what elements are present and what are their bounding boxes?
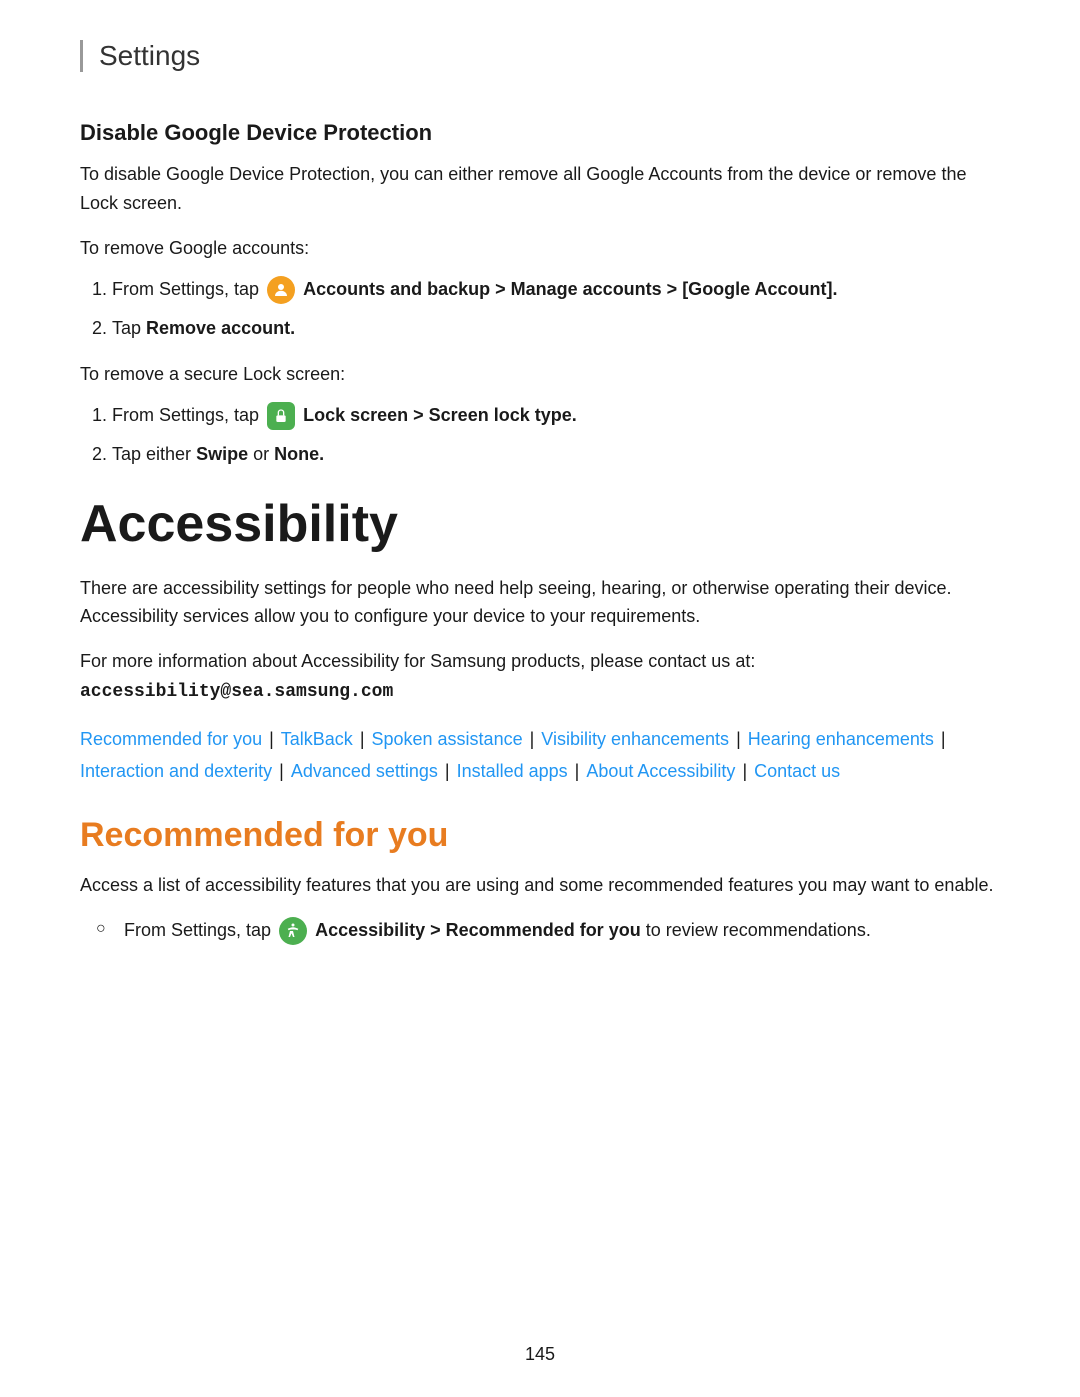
lock-step2-bold2: None. bbox=[274, 444, 324, 464]
link-hearing-enhancements[interactable]: Hearing enhancements bbox=[748, 729, 934, 749]
accessibility-icon bbox=[279, 917, 307, 945]
link-visibility-enhancements[interactable]: Visibility enhancements bbox=[541, 729, 729, 749]
link-spoken-assistance[interactable]: Spoken assistance bbox=[372, 729, 523, 749]
lock-step2: Tap either Swipe or None. bbox=[112, 439, 1000, 470]
recommended-bullet1: From Settings, tap Accessibility > Recom… bbox=[96, 915, 1000, 946]
lock-step2-text: Tap either Swipe or None. bbox=[112, 444, 324, 464]
accounts-icon bbox=[267, 276, 295, 304]
link-interaction-dexterity[interactable]: Interaction and dexterity bbox=[80, 761, 272, 781]
remove-lock-label: To remove a secure Lock screen: bbox=[80, 360, 1000, 389]
recommended-intro: Access a list of accessibility features … bbox=[80, 871, 1000, 900]
page-number: 145 bbox=[0, 1344, 1080, 1365]
accessibility-email: accessibility@sea.samsung.com bbox=[80, 682, 393, 702]
step1-bold: Accounts and backup > Manage accounts > … bbox=[303, 279, 837, 299]
step1-prefix: From Settings, tap bbox=[112, 279, 259, 299]
page: Settings Disable Google Device Protectio… bbox=[0, 0, 1080, 1397]
accessibility-intro2-prefix: For more information about Accessibility… bbox=[80, 651, 755, 671]
accessibility-intro1: There are accessibility settings for peo… bbox=[80, 574, 1000, 632]
step2-bold: Remove account. bbox=[146, 318, 295, 338]
link-recommended-for-you[interactable]: Recommended for you bbox=[80, 729, 262, 749]
remove-lock-list: From Settings, tap Lock screen > Screen … bbox=[112, 400, 1000, 469]
recommended-bullet-suffix-text: to review recommendations. bbox=[646, 920, 871, 940]
link-contact-us[interactable]: Contact us bbox=[754, 761, 840, 781]
remove-accounts-step2: Tap Remove account. bbox=[112, 313, 1000, 344]
recommended-bullet-prefix: From Settings, tap bbox=[124, 920, 271, 940]
lock-icon bbox=[267, 402, 295, 430]
lock-step1-prefix: From Settings, tap bbox=[112, 405, 259, 425]
page-header: Settings bbox=[80, 40, 1000, 72]
recommended-bullet-bold: Accessibility > Recommended for you bbox=[315, 920, 641, 940]
recommended-heading: Recommended for you bbox=[80, 816, 1000, 855]
disable-intro: To disable Google Device Protection, you… bbox=[80, 160, 1000, 218]
recommended-section: Recommended for you Access a list of acc… bbox=[80, 816, 1000, 946]
link-installed-apps[interactable]: Installed apps bbox=[457, 761, 568, 781]
page-title: Settings bbox=[99, 40, 200, 71]
step2-text: Tap Remove account. bbox=[112, 318, 295, 338]
link-advanced-settings[interactable]: Advanced settings bbox=[291, 761, 438, 781]
lock-step2-bold1: Swipe bbox=[196, 444, 248, 464]
lock-step1-bold: Lock screen > Screen lock type. bbox=[303, 405, 577, 425]
link-talkback[interactable]: TalkBack bbox=[281, 729, 353, 749]
disable-heading: Disable Google Device Protection bbox=[80, 120, 1000, 146]
link-about-accessibility[interactable]: About Accessibility bbox=[586, 761, 735, 781]
remove-accounts-label: To remove Google accounts: bbox=[80, 234, 1000, 263]
lock-step1: From Settings, tap Lock screen > Screen … bbox=[112, 400, 1000, 431]
accessibility-intro2: For more information about Accessibility… bbox=[80, 647, 1000, 707]
accessibility-main-heading: Accessibility bbox=[80, 494, 1000, 554]
remove-accounts-list: From Settings, tap Accounts and backup >… bbox=[112, 274, 1000, 343]
disable-section: Disable Google Device Protection To disa… bbox=[80, 120, 1000, 470]
recommended-list: From Settings, tap Accessibility > Recom… bbox=[96, 915, 1000, 946]
remove-accounts-step1: From Settings, tap Accounts and backup >… bbox=[112, 274, 1000, 305]
accessibility-links-nav: Recommended for you | TalkBack | Spoken … bbox=[80, 723, 1000, 788]
